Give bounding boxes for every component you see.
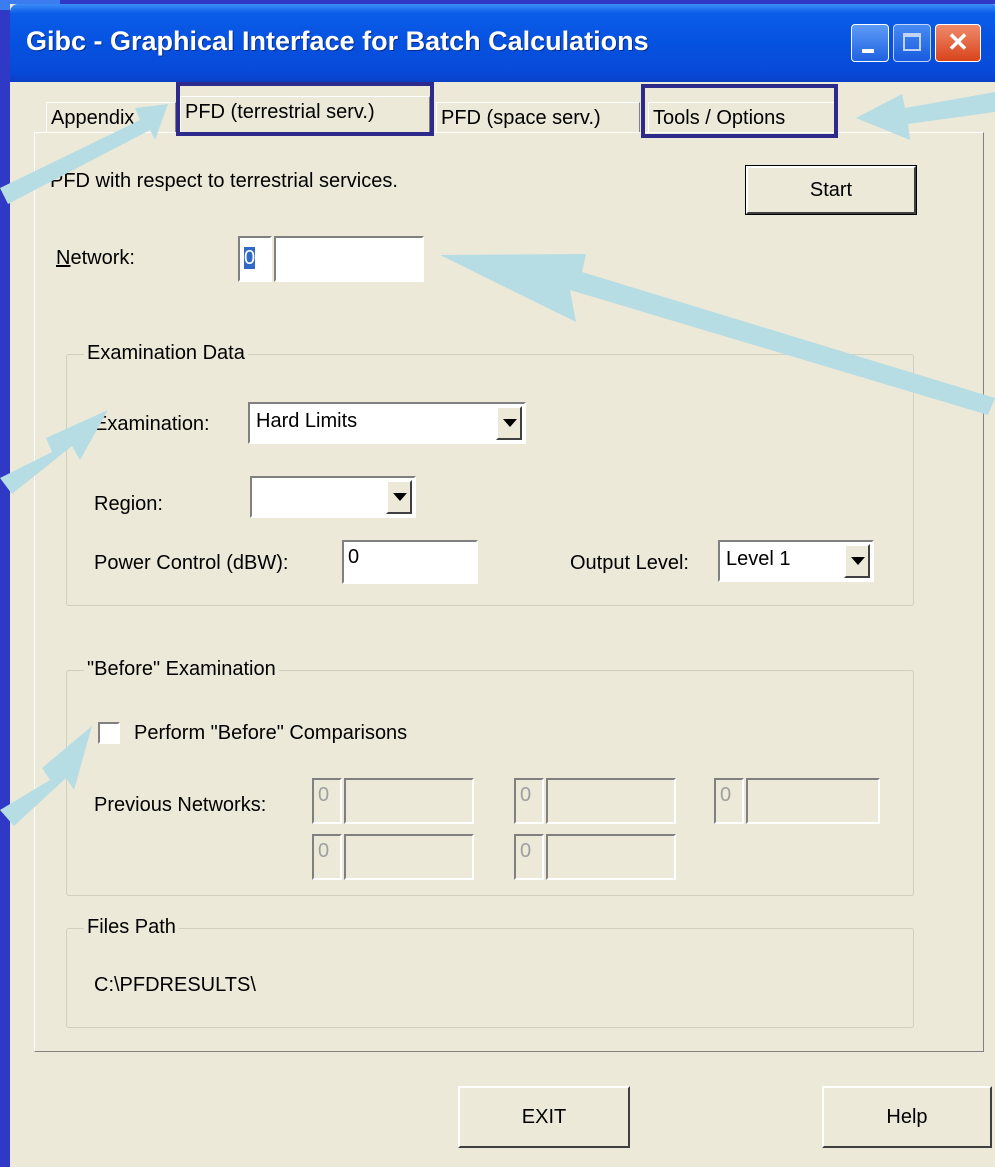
previous-network-2-prefix[interactable]: 0 [514, 778, 544, 824]
highlight-box-pfd-terrestrial [176, 82, 434, 136]
examination-data-title: Examination Data [84, 342, 248, 365]
tab-strip: Appendix 3 PFD (terrestrial serv.) PFD (… [10, 82, 995, 134]
before-comparisons-checkbox[interactable] [98, 722, 120, 744]
before-comparisons-label[interactable]: Perform "Before" Comparisons [134, 722, 407, 745]
highlight-box-tools-options [641, 84, 838, 138]
previous-network-3-field[interactable] [746, 778, 880, 824]
chevron-down-icon[interactable] [496, 406, 522, 440]
title-bar[interactable]: Gibc - Graphical Interface for Batch Cal… [10, 4, 995, 82]
minimize-button[interactable] [851, 24, 889, 62]
tab-pfd-space[interactable]: PFD (space serv.) [436, 102, 640, 132]
previous-network-5-prefix[interactable]: 0 [514, 834, 544, 880]
region-select[interactable] [250, 476, 416, 518]
tab-appendix-3[interactable]: Appendix 3 [46, 102, 176, 132]
help-button[interactable]: Help [822, 1086, 992, 1148]
network-prefix-value: 0 [244, 247, 256, 269]
previous-network-3-prefix[interactable]: 0 [714, 778, 744, 824]
previous-network-4-field[interactable] [344, 834, 474, 880]
close-icon: ✕ [947, 27, 969, 57]
power-control-label: Power Control (dBW): [94, 552, 289, 574]
previous-network-2-field[interactable] [546, 778, 676, 824]
chevron-down-icon[interactable] [386, 480, 412, 514]
examination-label: Examination: [94, 413, 210, 435]
gibc-window: Gibc - Graphical Interface for Batch Cal… [10, 4, 995, 1167]
examination-select[interactable]: Hard Limits [248, 402, 526, 444]
maximize-button[interactable] [893, 24, 931, 62]
before-examination-title: "Before" Examination [84, 658, 279, 681]
previous-network-1-prefix[interactable]: 0 [312, 778, 342, 824]
region-label: Region: [94, 493, 163, 515]
output-level-label: Output Level: [570, 552, 689, 574]
power-control-field[interactable]: 0 [342, 540, 478, 584]
output-level-value: Level 1 [726, 548, 791, 570]
exit-button[interactable]: EXIT [458, 1086, 630, 1148]
examination-value: Hard Limits [256, 410, 358, 432]
network-label-text: etwork: [70, 247, 135, 269]
previous-network-4-prefix[interactable]: 0 [312, 834, 342, 880]
network-prefix-field[interactable]: 0 [238, 236, 272, 282]
close-button[interactable]: ✕ [935, 24, 981, 62]
network-label: Network: [56, 247, 135, 269]
chevron-down-icon[interactable] [844, 544, 870, 578]
panel-description: PFD with respect to terrestrial services… [50, 170, 398, 192]
previous-network-5-field[interactable] [546, 834, 676, 880]
previous-network-1-field[interactable] [344, 778, 474, 824]
window-title: Gibc - Graphical Interface for Batch Cal… [26, 26, 649, 56]
previous-networks-label: Previous Networks: [94, 794, 267, 816]
files-path-title: Files Path [84, 916, 179, 939]
files-path-value: C:\PFDRESULTS\ [94, 974, 256, 996]
output-level-select[interactable]: Level 1 [718, 540, 874, 582]
start-button[interactable]: Start [745, 165, 917, 215]
network-field[interactable] [274, 236, 424, 282]
